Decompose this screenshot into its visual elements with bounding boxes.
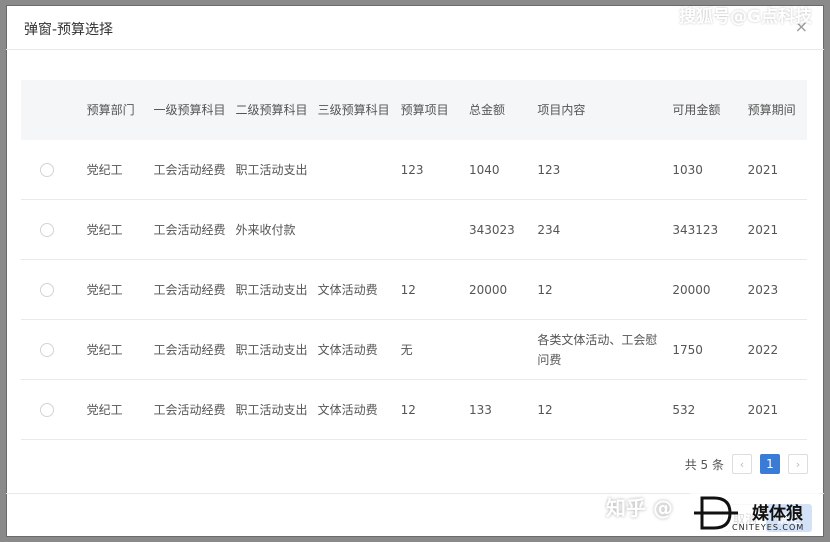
cell-level3 — [317, 140, 401, 200]
cell-level2: 外来收付款 — [235, 199, 318, 260]
row-select-cell — [21, 140, 87, 200]
watermark-sohu: 搜狐号@G点科技 — [679, 7, 812, 27]
cell-dept: 党纪工 — [86, 199, 154, 260]
cell-available: 1750 — [672, 319, 748, 380]
header-level3: 三级预算科目 — [317, 80, 401, 140]
cell-item: 无 — [400, 319, 469, 380]
cell-item: 12 — [400, 379, 469, 440]
row-radio[interactable] — [40, 282, 54, 297]
cell-content: 123 — [537, 140, 673, 200]
cell-total: 1040 — [468, 140, 538, 200]
row-radio[interactable] — [40, 162, 54, 177]
cell-level1: 工会活动经费 — [153, 259, 236, 320]
cell-dept: 党纪工 — [86, 259, 154, 320]
table-row[interactable]: 党纪工 工会活动经费 职工活动支出 文体活动费 12 20000 12 2000… — [21, 259, 807, 320]
watermark-zhihu: 知乎 @ — [606, 496, 673, 520]
row-select-cell — [21, 319, 87, 380]
budget-table: 预算部门 一级预算科目 二级预算科目 三级预算科目 预算项目 总金额 项目内容 … — [21, 80, 807, 440]
header-available: 可用金额 — [672, 80, 748, 140]
cell-item: 12 — [400, 259, 469, 320]
table-header-row: 预算部门 一级预算科目 二级预算科目 三级预算科目 预算项目 总金额 项目内容 … — [21, 80, 807, 140]
header-select — [21, 80, 87, 140]
cell-content: 12 — [537, 259, 673, 320]
cell-item: 123 — [400, 140, 469, 200]
header-level1: 一级预算科目 — [153, 80, 236, 140]
cell-available: 532 — [672, 379, 748, 440]
row-radio[interactable] — [40, 402, 54, 417]
header-dept: 预算部门 — [86, 80, 154, 140]
cell-content: 各类文体活动、工会慰问费 — [537, 319, 673, 380]
header-total: 总金额 — [468, 80, 538, 140]
cell-dept: 党纪工 — [86, 379, 154, 440]
table-row[interactable]: 党纪工 工会活动经费 职工活动支出 文体活动费 12 133 12 532 20… — [21, 379, 807, 440]
header-level2: 二级预算科目 — [235, 80, 318, 140]
cell-period: 2021 — [747, 199, 807, 260]
page-number-button[interactable]: 1 — [760, 454, 780, 474]
next-page-button[interactable]: › — [788, 454, 808, 474]
watermark-logo-text: 媒体狼 — [752, 504, 803, 524]
pagination: 共 5 条 ‹ 1 › — [685, 454, 808, 474]
cell-content: 234 — [537, 199, 673, 260]
cell-period: 2021 — [747, 140, 807, 200]
header-content: 项目内容 — [537, 80, 673, 140]
cell-level2: 职工活动支出 — [235, 140, 318, 200]
cell-dept: 党纪工 — [86, 319, 154, 380]
table-row[interactable]: 党纪工 工会活动经费 职工活动支出 文体活动费 无 各类文体活动、工会慰问费 1… — [21, 319, 807, 380]
cell-level3: 文体活动费 — [317, 319, 401, 380]
cell-available: 20000 — [672, 259, 748, 320]
cell-available: 1030 — [672, 140, 748, 200]
dialog-title: 弹窗-预算选择 — [24, 22, 114, 38]
cell-level1: 工会活动经费 — [153, 319, 236, 380]
row-select-cell — [21, 199, 87, 260]
cell-total: 343023 — [468, 199, 538, 260]
table-row[interactable]: 党纪工 工会活动经费 职工活动支出 123 1040 123 1030 2021 — [21, 140, 807, 200]
cell-total: 133 — [468, 379, 538, 440]
cell-level1: 工会活动经费 — [153, 199, 236, 260]
cell-level2: 职工活动支出 — [235, 319, 318, 380]
header-period: 预算期间 — [747, 80, 807, 140]
cell-level3: 文体活动费 — [317, 379, 401, 440]
row-radio[interactable] — [40, 222, 54, 237]
cell-content: 12 — [537, 379, 673, 440]
row-select-cell — [21, 379, 87, 440]
cell-level3: 文体活动费 — [317, 259, 401, 320]
cell-item — [400, 199, 469, 260]
cell-period: 2023 — [747, 259, 807, 320]
row-select-cell — [21, 259, 87, 320]
budget-select-dialog: 弹窗-预算选择 × 预算部门 一级预算科目 二级预算科目 三级预算科目 预算项目… — [6, 5, 824, 537]
pagination-total: 共 5 条 — [684, 457, 724, 472]
prev-page-button[interactable]: ‹ — [732, 454, 752, 474]
cell-total — [468, 319, 538, 380]
row-radio[interactable] — [40, 342, 54, 357]
cell-period: 2022 — [747, 319, 807, 380]
cell-level2: 职工活动支出 — [235, 379, 318, 440]
watermark-logo-sub: CNITEYES.COM — [732, 523, 805, 532]
cell-dept: 党纪工 — [86, 140, 154, 200]
cell-period: 2021 — [747, 379, 807, 440]
cell-level2: 职工活动支出 — [235, 259, 318, 320]
header-item: 预算项目 — [400, 80, 469, 140]
cell-level1: 工会活动经费 — [153, 140, 236, 200]
table-row[interactable]: 党纪工 工会活动经费 外来收付款 343023 234 343123 2021 — [21, 199, 807, 260]
cell-level3 — [317, 199, 401, 260]
cell-level1: 工会活动经费 — [153, 379, 236, 440]
cell-available: 343123 — [672, 199, 748, 260]
cell-total: 20000 — [468, 259, 538, 320]
